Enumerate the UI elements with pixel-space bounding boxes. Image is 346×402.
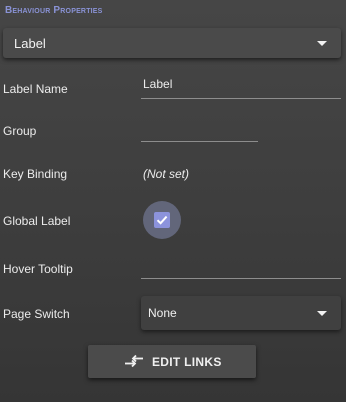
check-icon bbox=[156, 215, 168, 225]
label-name-input[interactable]: Label bbox=[141, 77, 341, 99]
group-input[interactable] bbox=[141, 121, 258, 142]
page-switch-select[interactable]: None bbox=[141, 296, 341, 330]
label-name-value: Label bbox=[143, 77, 173, 91]
global-label-checkbox[interactable] bbox=[154, 212, 170, 228]
behaviour-type-select[interactable]: Label bbox=[3, 28, 341, 58]
global-label-checkbox-focus bbox=[143, 201, 181, 239]
section-title: Behaviour Properties bbox=[5, 5, 103, 16]
group-label: Group bbox=[3, 124, 37, 138]
chevron-down-icon bbox=[317, 311, 327, 316]
edit-links-label: EDIT LINKS bbox=[152, 355, 222, 369]
edit-links-button[interactable]: EDIT LINKS bbox=[88, 345, 256, 378]
page-switch-label: Page Switch bbox=[3, 307, 70, 321]
swap-arrows-icon bbox=[123, 354, 145, 373]
behaviour-type-value: Label bbox=[14, 36, 46, 51]
page-switch-value: None bbox=[148, 306, 177, 320]
key-binding-label: Key Binding bbox=[3, 167, 68, 181]
chevron-down-icon bbox=[317, 41, 327, 46]
hover-tooltip-input[interactable] bbox=[141, 257, 341, 279]
label-name-label: Label Name bbox=[3, 82, 68, 96]
key-binding-value[interactable]: (Not set) bbox=[143, 167, 189, 181]
global-label-label: Global Label bbox=[3, 214, 71, 228]
hover-tooltip-label: Hover Tooltip bbox=[3, 262, 73, 276]
